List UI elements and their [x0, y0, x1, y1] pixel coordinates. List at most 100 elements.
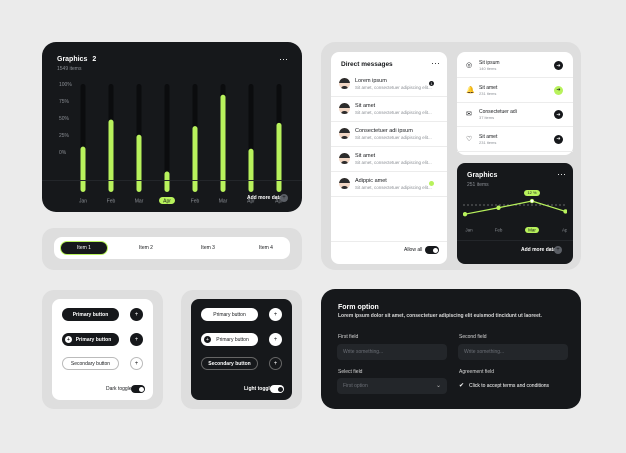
x-label: Mar [219, 199, 228, 205]
line-point [529, 198, 535, 204]
line-point [463, 212, 468, 217]
line-chart: 12 % Jan Feb Mar Apr [463, 190, 567, 233]
select-field[interactable]: First option ⌄ [337, 378, 447, 394]
primary-button[interactable]: Primary button [201, 308, 258, 321]
more-dots-icon[interactable]: ··· [557, 170, 566, 179]
form-title: Form option [338, 304, 379, 311]
avatar [339, 153, 350, 164]
primary-button[interactable]: Primary button [62, 308, 119, 321]
x-label: Jan [79, 199, 87, 205]
bar-chart: JanFebMarAprFebMarAprAprApr [79, 84, 283, 205]
plus-icon[interactable]: + [554, 246, 562, 254]
x-label: Apr [562, 228, 567, 233]
message-item[interactable]: Consectetuer adi ipsum Sit amet, consecte… [331, 122, 447, 147]
plus-icon: + [204, 336, 211, 343]
stat-item[interactable]: 🔔 Sit amet 231 items ➜ [457, 79, 573, 103]
x-label: Mar [528, 228, 536, 233]
arrow-right-icon[interactable]: ➜ [554, 110, 563, 119]
stat-item[interactable]: ◎ Sit ipsum 140 items ➜ [457, 54, 573, 78]
primary-button-with-icon[interactable]: + Primary button [62, 333, 119, 346]
arrow-right-icon[interactable]: ➜ [554, 85, 563, 95]
tab-item-3[interactable]: Item 3 [184, 241, 232, 255]
plus-button[interactable]: + [130, 333, 143, 346]
plus-button[interactable]: + [130, 308, 143, 321]
dark-toggle-label: Dark toggle [106, 386, 132, 392]
plus-button[interactable]: + [269, 308, 282, 321]
small-graphics-title: Graphics [467, 172, 498, 179]
secondary-button[interactable]: Secondary button [201, 357, 258, 370]
message-item[interactable]: Lorem ipsum Sit amet, consectetuer adipis… [331, 72, 447, 97]
x-label: Apr [163, 199, 171, 205]
message-preview: Sit amet, consectetuer adipiscing elit..… [355, 135, 432, 140]
line-point [563, 209, 567, 214]
tab-item-2[interactable]: Item 2 [122, 241, 170, 255]
primary-button-label: Primary button [216, 336, 249, 343]
allow-all-label: Allow all [404, 247, 423, 253]
small-graphics-card: Graphics 251 items ··· 12 %JanFebMarApr … [457, 163, 573, 264]
allow-all-toggle[interactable] [425, 246, 439, 254]
avatar [339, 128, 350, 139]
tabs-bar: Item 1 Item 2 Item 3 Item 4 [54, 237, 290, 259]
primary-button-label: Primary button [75, 336, 112, 343]
stat-item[interactable]: ✉ Consectetuer adi 37 items ➜ [457, 103, 573, 127]
avatar [339, 103, 350, 114]
second-field-label: Second field [459, 334, 487, 340]
stat-count: 231 items [479, 139, 497, 145]
more-dots-icon[interactable]: ··· [279, 55, 288, 64]
x-label: Mar [135, 199, 144, 205]
y-axis-label: 0% [59, 150, 67, 156]
y-axis-label: 25% [59, 133, 70, 139]
more-dots-icon[interactable]: ··· [431, 59, 440, 68]
light-toggle-label: Light toggle [244, 386, 273, 392]
tooltip-text: 12 % [527, 190, 537, 195]
arrow-right-icon[interactable]: ➜ [554, 61, 563, 70]
heart-icon: ♡ [466, 135, 473, 143]
graphics-subtitle: 1549 items [57, 66, 82, 72]
message-item[interactable]: Sit amet Sit amet, consectetuer adipiscin… [331, 97, 447, 122]
tab-item-4[interactable]: Item 4 [242, 241, 290, 255]
add-more-data-link[interactable]: Add more data [247, 195, 282, 201]
message-preview: Sit amet, consectetuer adipiscing elit..… [355, 160, 432, 165]
arrow-right-icon[interactable]: ➜ [554, 134, 563, 144]
light-toggle[interactable] [270, 385, 284, 393]
primary-button-with-icon[interactable]: + Primary button [201, 333, 258, 346]
second-field-input[interactable]: Write something... [458, 344, 568, 360]
message-sender: Adippic amet [355, 178, 387, 184]
line-series [464, 200, 566, 215]
chevron-down-icon: ⌄ [435, 383, 441, 389]
check-icon[interactable]: ✔ [459, 382, 464, 389]
message-preview: Sit amet, consectetuer adipiscing elit..… [355, 110, 432, 115]
plus-button-outline[interactable]: + [269, 357, 282, 370]
dark-toggle[interactable] [131, 385, 145, 393]
direct-messages-card: Direct messages ··· Lorem ipsum Sit amet,… [331, 52, 447, 264]
tab-item-1[interactable]: Item 1 [60, 241, 108, 255]
message-preview: Sit amet, consectetuer adipiscing elit..… [355, 85, 432, 90]
small-add-more-link[interactable]: Add more data [521, 247, 556, 253]
first-field-input[interactable]: Write something... [337, 344, 447, 360]
message-item[interactable]: Adippic amet Sit amet, consectetuer adipi… [331, 172, 447, 197]
agreement-field-label: Agreement field [459, 369, 495, 375]
avatar [339, 78, 350, 89]
message-sender: Sit amet [355, 153, 376, 159]
x-label: Jan [465, 228, 473, 233]
stat-count: 37 items [479, 115, 495, 120]
messages-title: Direct messages [341, 61, 393, 68]
y-axis-label: 75% [59, 99, 70, 105]
plus-icon: + [65, 336, 72, 343]
form-subtitle: Lorem ipsum dolor sit amet, consectetuer… [338, 313, 542, 319]
plus-button-outline[interactable]: + [130, 357, 143, 370]
message-sender: Consectetuer adi ipsum [355, 128, 413, 134]
message-preview: Sit amet, consectetuer adipiscing elit..… [355, 185, 432, 190]
bar [276, 122, 282, 192]
dark-buttons-panel: Primary button + + Primary button + Seco… [181, 290, 302, 409]
plus-button[interactable]: + [269, 333, 282, 346]
stat-count: 231 items [479, 90, 497, 96]
stats-list: ◎ Sit ipsum 140 items ➜ 🔔 Sit amet 231 items ➜ ✉… [457, 54, 573, 154]
message-item[interactable]: Sit amet Sit amet, consectetuer adipiscin… [331, 147, 447, 172]
stat-item[interactable]: ♡ Sit amet 231 items ➜ [457, 128, 573, 152]
messages-panel: Direct messages ··· Lorem ipsum Sit amet,… [321, 42, 581, 270]
plus-icon[interactable]: + [280, 194, 288, 202]
bar [220, 94, 226, 192]
secondary-button[interactable]: Secondary button [62, 357, 119, 370]
agreement-text: Click to accept terms and conditions [469, 383, 550, 389]
